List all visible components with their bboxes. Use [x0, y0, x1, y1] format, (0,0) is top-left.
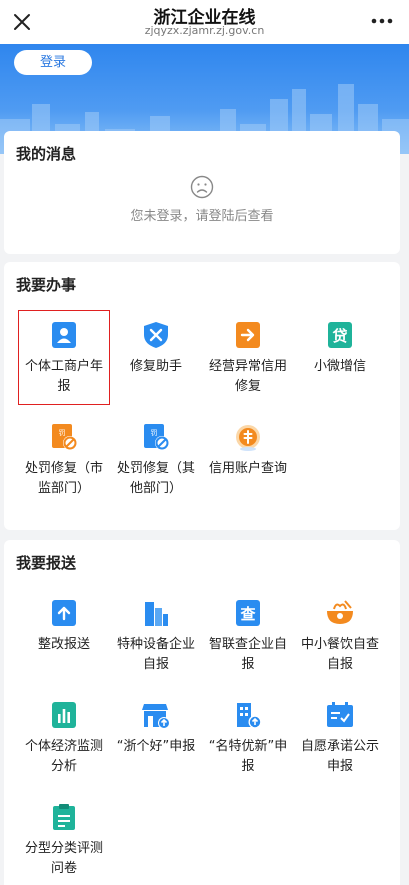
services-card: 我要办事 个体工商户年报 修复助手 经营异常信用修复 贷 小微增信 罚 处罚修复…: [4, 262, 400, 530]
more-icon[interactable]: [369, 9, 395, 33]
search-doc-icon: 查: [236, 600, 260, 626]
service-item-abnormal-repair[interactable]: 经营异常信用修复: [202, 320, 294, 397]
bar-chart-icon: [52, 702, 76, 728]
report-item-zhegehao[interactable]: “浙个好”申报: [110, 700, 202, 757]
services-title: 我要办事: [16, 276, 77, 294]
report-item-classification-survey[interactable]: 分型分类评测问卷: [18, 802, 110, 879]
penalty-icon: 罚: [52, 424, 77, 450]
service-label: 信用账户查询: [208, 461, 287, 476]
svg-text:罚: 罚: [151, 429, 158, 437]
reports-title: 我要报送: [16, 554, 77, 572]
svg-text:贷: 贷: [332, 327, 347, 345]
sad-face-icon: [190, 175, 214, 199]
report-label: 自愿承诺公示申报: [300, 739, 379, 774]
service-item-repair-assistant[interactable]: 修复助手: [110, 320, 202, 377]
service-item-annual-report[interactable]: 个体工商户年报: [18, 320, 110, 397]
food-bowl-icon: [327, 600, 353, 624]
report-item-catering[interactable]: 中小餐饮自查自报: [294, 598, 386, 675]
svg-text:罚: 罚: [59, 429, 66, 437]
repair-shield-icon: [144, 322, 168, 348]
reports-card: 我要报送 整改报送 特种设备企业自报 查 智联查企业自报 中小餐饮自查自报 个体…: [4, 540, 400, 885]
clipboard-icon: [53, 804, 75, 830]
login-button[interactable]: 登录: [14, 50, 92, 75]
service-item-penalty-other[interactable]: 罚 处罚修复（其他部门）: [110, 422, 202, 499]
report-item-rectification[interactable]: 整改报送: [18, 598, 110, 655]
shop-upload-icon: [142, 704, 170, 729]
coin-icon: [236, 425, 260, 451]
report-item-zhilian[interactable]: 查 智联查企业自报: [202, 598, 294, 675]
page-url: zjqyzx.zjamr.zj.gov.cn: [144, 24, 265, 37]
service-item-micro-credit[interactable]: 贷 小微增信: [294, 320, 386, 377]
report-item-economy-monitor[interactable]: 个体经济监测分析: [18, 700, 110, 777]
report-label: 分型分类评测问卷: [24, 841, 103, 876]
report-label: 智联查企业自报: [208, 637, 287, 672]
messages-title: 我的消息: [16, 145, 77, 163]
service-item-credit-account[interactable]: 信用账户查询: [202, 422, 294, 479]
service-label: 个体工商户年报: [24, 359, 103, 394]
report-label: 中小餐饮自查自报: [300, 637, 379, 672]
service-label: 小微增信: [313, 359, 366, 374]
report-label: 个体经济监测分析: [24, 739, 103, 774]
building-upload-icon: [237, 703, 262, 729]
penalty-other-icon: 罚: [144, 424, 169, 450]
id-card-icon: [52, 322, 76, 348]
service-label: 经营异常信用修复: [208, 359, 287, 394]
service-item-penalty-market[interactable]: 罚 处罚修复（市监部门）: [18, 422, 110, 499]
report-item-voluntary-commitment[interactable]: 自愿承诺公示申报: [294, 700, 386, 777]
svg-text:查: 查: [240, 605, 256, 623]
top-bar: 浙江企业在线 zjqyzx.zjamr.zj.gov.cn: [0, 0, 409, 44]
report-label: 特种设备企业自报: [116, 637, 195, 672]
upload-doc-icon: [52, 600, 76, 626]
service-label: 修复助手: [129, 359, 182, 374]
building-icon: [145, 602, 168, 626]
loan-icon: 贷: [328, 322, 352, 348]
report-label: 整改报送: [37, 637, 90, 652]
arrow-doc-icon: [236, 322, 260, 348]
report-label: “浙个好”申报: [116, 739, 196, 754]
messages-card: 我的消息 您未登录，请登陆后查看: [4, 131, 400, 254]
service-label: 处罚修复（其他部门）: [116, 461, 195, 496]
report-label: “名特优新”申报: [208, 739, 288, 774]
check-board-icon: [327, 702, 353, 727]
messages-empty-text: 您未登录，请登陆后查看: [130, 209, 274, 224]
report-item-special-equipment[interactable]: 特种设备企业自报: [110, 598, 202, 675]
report-item-mingteyouxin[interactable]: “名特优新”申报: [202, 700, 294, 777]
service-label: 处罚修复（市监部门）: [24, 461, 103, 496]
